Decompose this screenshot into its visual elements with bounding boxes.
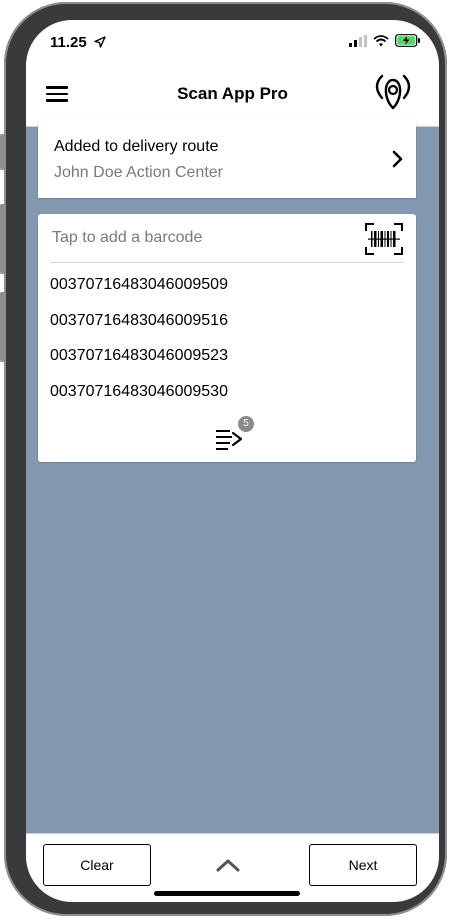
location-beacon-icon[interactable]	[369, 70, 417, 120]
battery-charging-icon	[395, 34, 420, 47]
nav-bar: Scan App Pro	[26, 64, 439, 127]
barcode-list: 00370716483046009509 0037071648304600951…	[50, 274, 228, 416]
delivery-route-card[interactable]: Added to delivery route John Doe Action …	[38, 120, 416, 198]
next-button[interactable]: Next	[309, 844, 417, 886]
status-time: 11.25	[50, 34, 87, 51]
barcode-input[interactable]	[52, 226, 352, 250]
phone-frame: 11.25 Scan App Pro Added to delivery rou…	[0, 2, 447, 916]
clear-button[interactable]: Clear	[43, 844, 151, 886]
wifi-icon	[373, 34, 389, 46]
list-item: 00370716483046009509	[50, 276, 228, 293]
phone-volume-down	[0, 292, 6, 362]
phone-volume-up	[0, 204, 6, 274]
route-card-subtitle: John Doe Action Center	[54, 164, 223, 181]
app-screen: 11.25 Scan App Pro Added to delivery rou…	[26, 20, 439, 902]
chevron-up-icon[interactable]	[214, 856, 242, 874]
list-item: 00370716483046009523	[50, 347, 228, 364]
list-send-button[interactable]: 5	[214, 416, 254, 454]
status-icons	[349, 34, 421, 47]
input-divider	[50, 262, 404, 263]
bottom-toolbar: Clear Next	[26, 833, 439, 902]
list-item: 00370716483046009516	[50, 311, 228, 329]
phone-mute-switch	[0, 134, 6, 170]
signal-icon	[349, 34, 367, 47]
barcode-scan-icon[interactable]	[364, 222, 404, 256]
list-item: 00370716483046009530	[50, 382, 228, 400]
route-card-title: Added to delivery route	[54, 138, 219, 155]
chevron-right-icon	[392, 150, 403, 168]
count-badge: 5	[238, 416, 254, 432]
barcode-card: 00370716483046009509 0037071648304600951…	[38, 214, 416, 462]
home-indicator	[154, 891, 300, 896]
status-bar: 11.25	[26, 20, 439, 64]
location-arrow-icon	[94, 36, 106, 48]
